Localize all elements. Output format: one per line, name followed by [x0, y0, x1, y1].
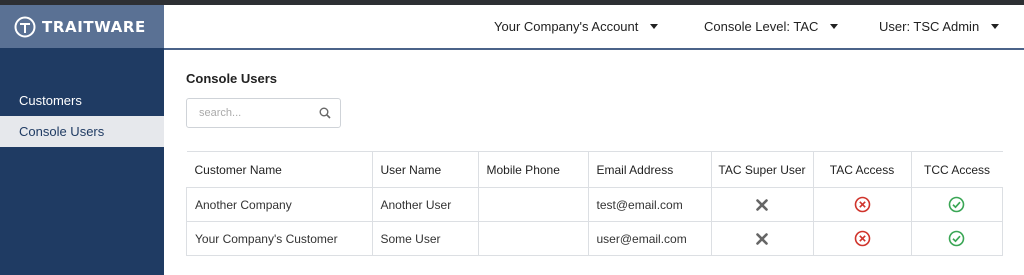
brand-logo[interactable]: TRAITWARE [0, 5, 164, 48]
cell-mobile-phone [477, 221, 589, 256]
table-header-row: Customer Name User Name Mobile Phone Ema… [186, 151, 1003, 188]
cell-customer-name: Your Company's Customer [186, 221, 373, 256]
table-row[interactable]: Another Company Another User test@email.… [186, 187, 1003, 222]
column-header-tac-super-user[interactable]: TAC Super User [710, 151, 813, 188]
account-dropdown[interactable]: Your Company's Account [494, 5, 659, 48]
chevron-down-icon [830, 24, 839, 29]
chevron-down-icon [650, 24, 659, 29]
cell-tcc-access [910, 187, 1003, 222]
column-header-mobile-phone[interactable]: Mobile Phone [477, 151, 588, 188]
cell-email: user@email.com [587, 221, 712, 256]
console-level-label: Console Level: TAC [704, 19, 819, 34]
search-box [186, 98, 341, 128]
cell-tcc-access [910, 221, 1003, 256]
x-circle-icon[interactable] [854, 196, 871, 213]
x-icon[interactable] [756, 233, 768, 246]
search-icon[interactable] [319, 107, 331, 119]
user-label: User: TSC Admin [879, 19, 980, 34]
table-row[interactable]: Your Company's Customer Some User user@e… [186, 221, 1003, 256]
console-users-table: Customer Name User Name Mobile Phone Ema… [186, 151, 1003, 256]
console-level-dropdown[interactable]: Console Level: TAC [704, 5, 839, 48]
column-header-customer-name[interactable]: Customer Name [186, 151, 372, 188]
chevron-down-icon [991, 24, 1000, 29]
search-input[interactable] [197, 106, 316, 120]
cell-email: test@email.com [587, 187, 712, 222]
account-label: Your Company's Account [494, 19, 639, 34]
check-circle-icon[interactable] [948, 196, 965, 213]
sidebar-nav: Customers Console Users [0, 85, 164, 147]
main-content: Console Users Customer Name User Name Mo… [164, 50, 1024, 275]
check-circle-icon[interactable] [948, 230, 965, 247]
sidebar-item-customers[interactable]: Customers [0, 85, 164, 116]
cell-user-name: Some User [371, 221, 479, 256]
cell-tac-super-user [710, 187, 814, 222]
x-circle-icon[interactable] [854, 230, 871, 247]
user-dropdown[interactable]: User: TSC Admin [879, 5, 1000, 48]
cell-tac-access [812, 221, 912, 256]
sidebar-item-console-users[interactable]: Console Users [0, 116, 164, 147]
column-header-email-address[interactable]: Email Address [587, 151, 711, 188]
cell-customer-name: Another Company [186, 187, 373, 222]
cell-mobile-phone [477, 187, 589, 222]
column-header-user-name[interactable]: User Name [371, 151, 478, 188]
cell-user-name: Another User [371, 187, 479, 222]
brand-name: TRAITWARE [42, 17, 146, 36]
x-icon[interactable] [756, 199, 768, 212]
column-header-tac-access[interactable]: TAC Access [812, 151, 911, 188]
cell-tac-access [812, 187, 912, 222]
traitware-logo-icon [14, 16, 36, 37]
column-header-tcc-access[interactable]: TCC Access [910, 151, 1003, 188]
page-title: Console Users [186, 71, 278, 86]
cell-tac-super-user [710, 221, 814, 256]
sidebar: TRAITWARE Customers Console Users [0, 5, 164, 275]
top-header: Your Company's Account Console Level: TA… [164, 5, 1024, 50]
